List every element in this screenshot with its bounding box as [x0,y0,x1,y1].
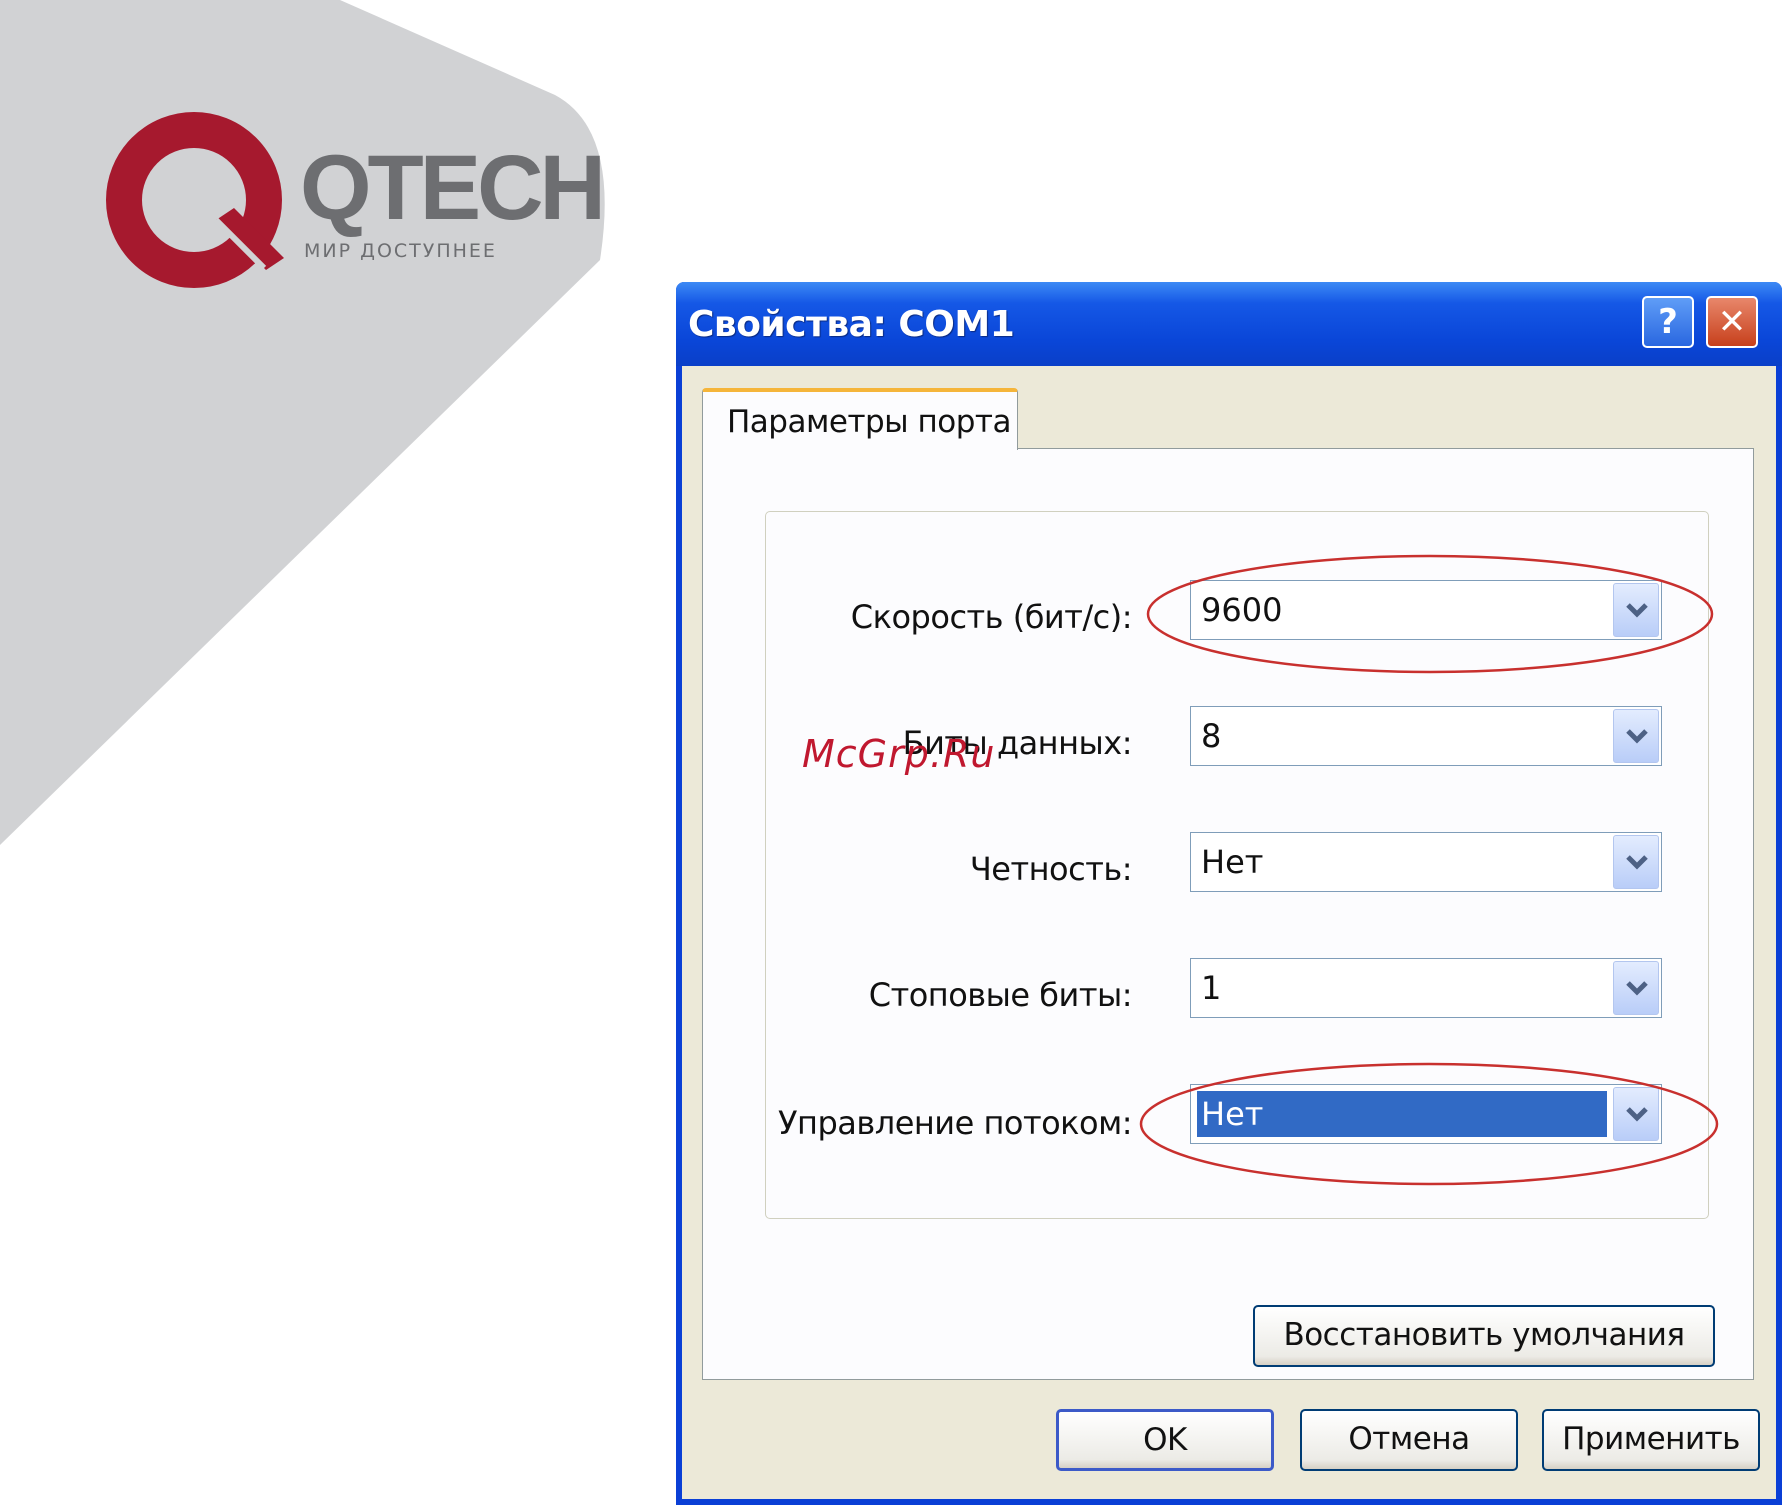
close-icon: ✕ [1717,302,1747,342]
highlight-ellipse-flow-control [1139,1062,1719,1186]
restore-defaults-button[interactable]: Восстановить умолчания [1253,1305,1715,1367]
help-button[interactable]: ? [1642,296,1694,348]
logo-wordmark: QTECH [300,137,606,239]
baud-rate-label: Скорость (бит/с): [850,598,1133,636]
help-icon: ? [1658,302,1678,342]
data-bits-select[interactable]: 8 [1190,706,1662,766]
com-properties-dialog: Свойства: COM1 ? ✕ Параметры порта Скоро… [676,282,1782,1505]
qtech-logo-mark-icon [106,112,284,288]
chevron-down-icon [1626,855,1648,870]
parity-label: Четность: [969,850,1133,888]
tab-port-settings[interactable]: Параметры порта [702,388,1018,450]
parity-value: Нет [1201,843,1264,881]
flow-control-label: Управление потоком: [778,1104,1132,1142]
title-bar[interactable]: Свойства: COM1 ? ✕ [676,282,1782,366]
stop-bits-select[interactable]: 1 [1190,958,1662,1018]
chevron-down-icon [1626,981,1648,996]
watermark-text: McGrp.Ru [802,732,996,776]
parity-dropdown-button[interactable] [1613,835,1659,889]
close-button[interactable]: ✕ [1706,296,1758,348]
stop-bits-value: 1 [1201,969,1222,1007]
logo-slogan: МИР ДОСТУПНЕЕ [304,240,497,262]
apply-button[interactable]: Применить [1542,1409,1760,1471]
stop-bits-label: Стоповые биты: [868,976,1133,1014]
data-bits-dropdown-button[interactable] [1613,709,1659,763]
qtech-logo: QTECH МИР ДОСТУПНЕЕ [104,108,606,298]
parity-select[interactable]: Нет [1190,832,1662,892]
highlight-ellipse-baud [1146,554,1714,674]
chevron-down-icon [1626,729,1648,744]
dialog-title: Свойства: COM1 [688,304,1015,345]
tab-label: Параметры порта [727,404,1011,440]
data-bits-value: 8 [1201,717,1222,755]
ok-button[interactable]: OK [1056,1409,1274,1471]
cancel-button[interactable]: Отмена [1300,1409,1518,1471]
dialog-client-area: Параметры порта Скорость (бит/с): 9600 Б… [682,366,1776,1499]
stop-bits-dropdown-button[interactable] [1613,961,1659,1015]
